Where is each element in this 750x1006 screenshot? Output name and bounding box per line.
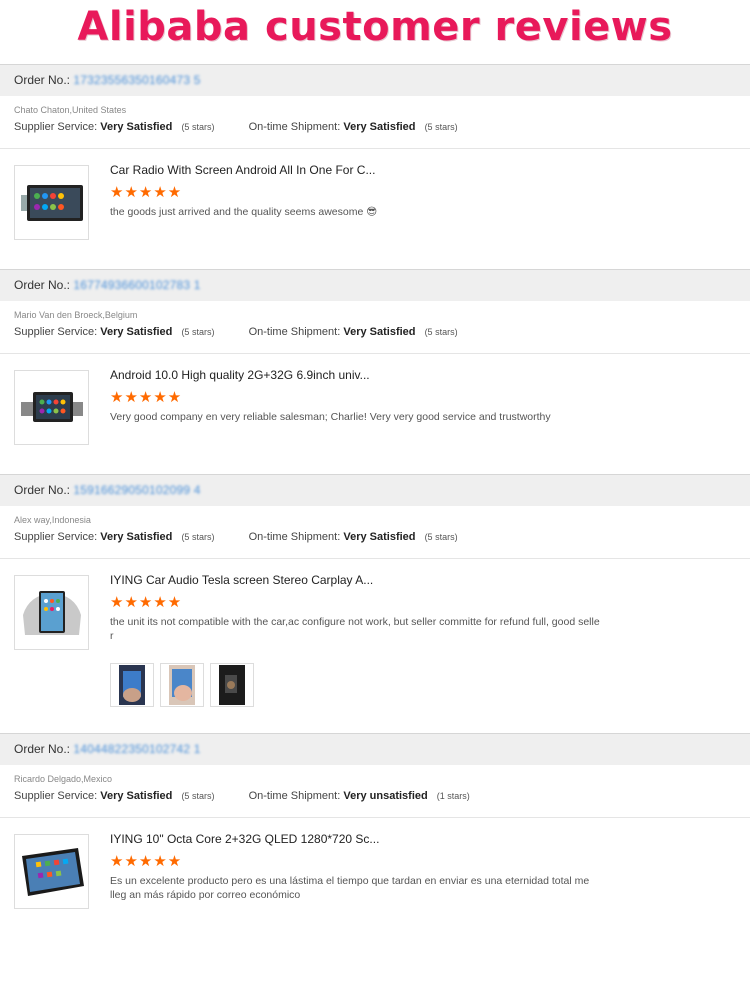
supplier-service-label: Supplier Service:	[14, 121, 98, 133]
car-radio-double-din-icon[interactable]	[14, 165, 89, 240]
order-header: Order No.: 15916629050102099 4	[0, 474, 750, 506]
ontime-shipment-label: On-time Shipment:	[248, 121, 341, 133]
ontime-shipment-rating: Very Satisfied	[343, 121, 416, 133]
order-card: Order No.: 15916629050102099 4 Alex way,…	[0, 474, 750, 707]
ontime-shipment-rating: Very Satisfied	[343, 326, 416, 338]
product-title[interactable]: Android 10.0 High quality 2G+32G 6.9inch…	[110, 368, 750, 390]
order-header: Order No.: 16774936600102783 1	[0, 269, 750, 301]
review-comment: the goods just arrived and the quality s…	[110, 206, 378, 218]
review-comment: Very good company en very reliable sales…	[110, 411, 551, 423]
order-card: Order No.: 16774936600102783 1 Mario Van…	[0, 269, 750, 445]
supplier-service-rating: Very Satisfied	[100, 326, 173, 338]
supplier-service-rating: Very Satisfied	[100, 790, 173, 802]
service-ratings: Supplier Service: Very Satisfied (5 star…	[0, 320, 750, 354]
car-radio-single-din-icon[interactable]	[14, 370, 89, 445]
product-review: Car Radio With Screen Android All In One…	[0, 149, 750, 240]
buyer-name: Mario Van den Broeck,Belgium	[14, 310, 138, 320]
supplier-service-label: Supplier Service:	[14, 790, 98, 802]
supplier-service-stars: (5 stars)	[181, 791, 215, 801]
review-photo[interactable]	[210, 663, 254, 707]
product-title[interactable]: Car Radio With Screen Android All In One…	[110, 163, 750, 185]
service-ratings: Supplier Service: Very Satisfied (5 star…	[0, 525, 750, 559]
product-review: IYING Car Audio Tesla screen Stereo Carp…	[0, 559, 750, 707]
ontime-shipment-label: On-time Shipment:	[248, 531, 341, 543]
order-header: Order No.: 17323556350160473 5	[0, 64, 750, 96]
ontime-shipment-stars: (5 stars)	[424, 327, 458, 337]
review-photo[interactable]	[110, 663, 154, 707]
service-ratings: Supplier Service: Very Satisfied (5 star…	[0, 784, 750, 818]
ontime-shipment-label: On-time Shipment:	[248, 326, 341, 338]
buyer-name: Ricardo Delgado,Mexico	[14, 774, 113, 784]
supplier-service-rating: Very Satisfied	[100, 531, 173, 543]
rating-stars: ★★★★★	[110, 853, 183, 870]
order-no-label: Order No.:	[14, 483, 71, 497]
supplier-service-stars: (5 stars)	[181, 327, 215, 337]
ontime-shipment-rating: Very Satisfied	[343, 531, 416, 543]
order-number-link[interactable]: 16774936600102783 1	[73, 278, 200, 292]
ontime-shipment-stars: (5 stars)	[424, 532, 458, 542]
supplier-service-label: Supplier Service:	[14, 531, 98, 543]
buyer-name: Alex way,Indonesia	[14, 515, 91, 525]
rating-stars: ★★★★★	[110, 184, 183, 201]
rating-stars: ★★★★★	[110, 594, 183, 611]
order-number-link[interactable]: 17323556350160473 5	[73, 73, 200, 87]
order-number-link[interactable]: 15916629050102099 4	[73, 483, 200, 497]
ontime-shipment-stars: (1 stars)	[436, 791, 470, 801]
banner-title: Alibaba customer reviews	[77, 4, 673, 50]
order-no-label: Order No.:	[14, 742, 71, 756]
tesla-style-vertical-screen-icon[interactable]	[14, 575, 89, 650]
order-no-label: Order No.:	[14, 73, 71, 87]
product-review: IYING 10" Octa Core 2+32G QLED 1280*720 …	[0, 818, 750, 909]
ontime-shipment-stars: (5 stars)	[424, 122, 458, 132]
order-header: Order No.: 14044822350102742 1	[0, 733, 750, 765]
review-comment: Es un excelente producto pero es una lás…	[110, 875, 590, 901]
buyer-name: Chato Chaton,United States	[14, 105, 127, 115]
product-title[interactable]: IYING Car Audio Tesla screen Stereo Carp…	[110, 573, 750, 595]
tablet-screen-icon[interactable]	[14, 834, 89, 909]
review-photos	[110, 663, 750, 707]
ontime-shipment-rating: Very unsatisfied	[343, 790, 428, 802]
supplier-service-rating: Very Satisfied	[100, 121, 173, 133]
review-photo[interactable]	[160, 663, 204, 707]
supplier-service-stars: (5 stars)	[181, 532, 215, 542]
ontime-shipment-label: On-time Shipment:	[248, 790, 341, 802]
order-number-link[interactable]: 14044822350102742 1	[73, 742, 200, 756]
order-card: Order No.: 17323556350160473 5 Chato Cha…	[0, 64, 750, 240]
order-card: Order No.: 14044822350102742 1 Ricardo D…	[0, 733, 750, 909]
product-title[interactable]: IYING 10" Octa Core 2+32G QLED 1280*720 …	[110, 832, 750, 854]
supplier-service-label: Supplier Service:	[14, 326, 98, 338]
product-review: Android 10.0 High quality 2G+32G 6.9inch…	[0, 354, 750, 445]
service-ratings: Supplier Service: Very Satisfied (5 star…	[0, 115, 750, 149]
review-comment: the unit its not compatible with the car…	[110, 616, 600, 642]
order-no-label: Order No.:	[14, 278, 71, 292]
supplier-service-stars: (5 stars)	[181, 122, 215, 132]
rating-stars: ★★★★★	[110, 389, 183, 406]
